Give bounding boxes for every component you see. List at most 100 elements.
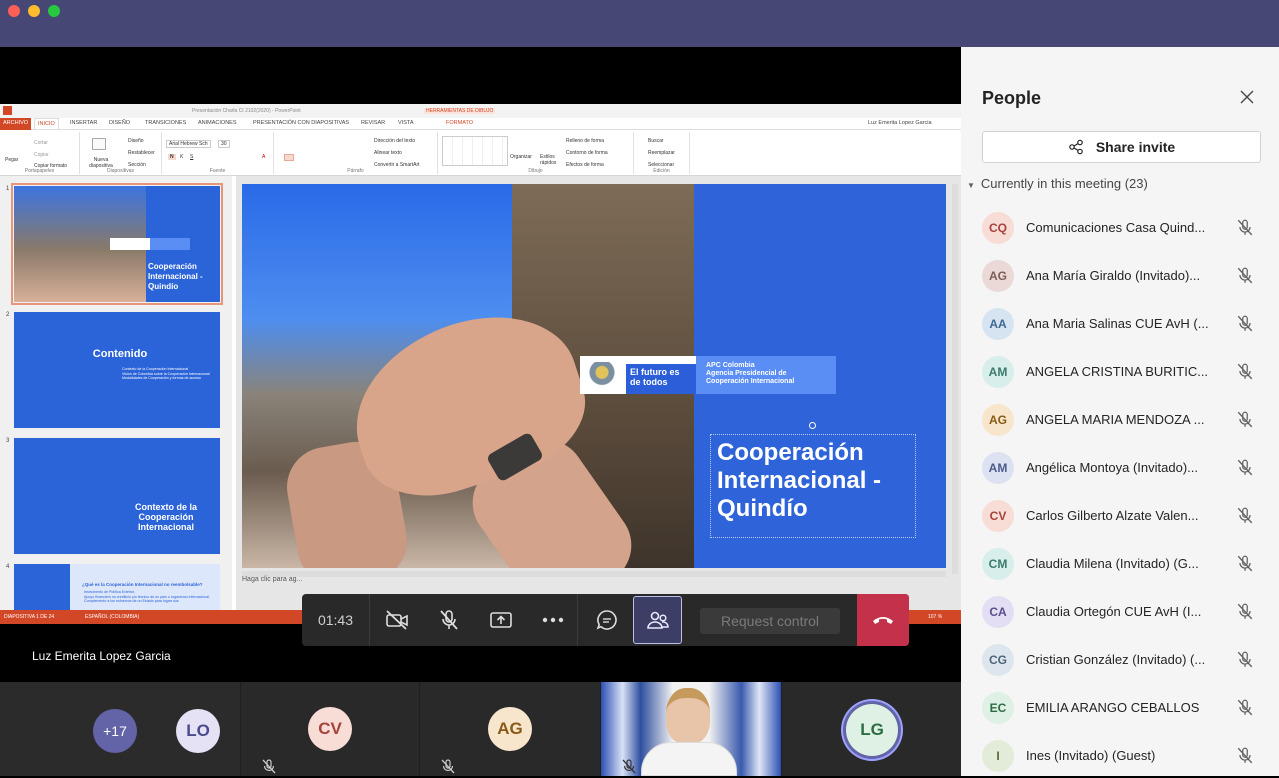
italic-button[interactable]: K <box>180 154 183 160</box>
tab-transiciones[interactable]: TRANSICIONES <box>145 120 186 126</box>
vertical-scrollbar[interactable] <box>952 184 958 574</box>
participant-row[interactable]: AA Ana Maria Salinas CUE AvH (... <box>961 298 1279 346</box>
ppt-tools-label: HERRAMIENTAS DE DIBUJO <box>424 108 496 114</box>
participant-row[interactable]: EC EMILIA ARANGO CEBALLOS <box>961 682 1279 730</box>
quick-styles-button[interactable]: Estilos rápidos <box>540 154 562 166</box>
arrange-button[interactable]: Organizar <box>510 154 532 160</box>
participant-name: Ines (Invitado) (Guest) <box>1026 748 1156 763</box>
participant-tile[interactable]: CV <box>241 682 419 776</box>
bold-button[interactable]: N <box>168 154 176 160</box>
share-invite-button[interactable]: Share invite <box>982 131 1261 163</box>
participant-row[interactable]: AM ANGELA CRISTINA BURITIC... <box>961 346 1279 394</box>
apc-box: APC Colombia Agencia Presidencial de Coo… <box>696 356 836 394</box>
slide-title-textbox[interactable]: Cooperación Internacional - Quindío <box>710 434 916 538</box>
close-panel-icon[interactable] <box>1239 89 1255 105</box>
participant-row[interactable]: AM Angélica Montoya (Invitado)... <box>961 442 1279 490</box>
people-panel: People Share invite ▼ Currently in this m… <box>961 47 1279 776</box>
call-timer-text: 01:43 <box>317 612 354 628</box>
slide-thumbnail-4[interactable]: ¿Qué es la Cooperación Internacional no … <box>14 564 220 610</box>
copy-button[interactable]: Copiar <box>34 152 49 158</box>
rotate-handle[interactable] <box>809 422 816 429</box>
font-color-button[interactable]: A <box>262 154 265 160</box>
current-slide[interactable]: El futuro es de todos APC Colombia Agenc… <box>242 184 946 568</box>
horizontal-scrollbar[interactable] <box>242 571 946 577</box>
mic-off-icon <box>1237 651 1253 668</box>
participant-row[interactable]: AG ANGELA MARIA MENDOZA ... <box>961 394 1279 442</box>
more-actions-button[interactable] <box>528 594 578 646</box>
participant-row[interactable]: CQ Comunicaciones Casa Quind... <box>961 202 1279 250</box>
participant-name: Angélica Montoya (Invitado)... <box>1026 460 1198 475</box>
shape-outline-button[interactable]: Contorno de forma <box>566 150 608 156</box>
tab-archivo[interactable]: ARCHIVO <box>0 118 32 130</box>
zoom-window-button[interactable] <box>48 5 60 17</box>
tab-inicio[interactable]: INICIO <box>34 118 59 129</box>
minimize-window-button[interactable] <box>28 5 40 17</box>
mic-off-icon <box>1237 411 1253 428</box>
align-left-icon[interactable] <box>284 154 294 161</box>
avatar: CG <box>982 644 1014 676</box>
replace-button[interactable]: Reemplazar <box>648 150 675 156</box>
font-name-select[interactable]: Arial Hebrew Sch <box>166 140 211 148</box>
mic-off-icon <box>1237 555 1253 572</box>
underline-button[interactable]: S <box>190 154 193 160</box>
close-window-button[interactable] <box>8 5 20 17</box>
participant-row[interactable]: CG Cristian González (Invitado) (... <box>961 634 1279 682</box>
participant-video-tile[interactable] <box>601 682 781 776</box>
self-avatar: LG <box>846 704 898 756</box>
cut-button[interactable]: Cortar <box>34 140 48 146</box>
ppt-ribbon-tabs: ARCHIVO INICIO INSERTAR DISEÑO TRANSICIO… <box>0 118 961 130</box>
participants-button[interactable] <box>633 596 682 644</box>
participant-row[interactable]: CV Carlos Gilberto Alzate Valen... <box>961 490 1279 538</box>
slide-thumbnail-3[interactable]: Contexto de la Cooperación Internacional <box>14 438 220 554</box>
font-size-select[interactable]: 30 <box>218 140 230 148</box>
shapes-gallery[interactable] <box>442 136 508 166</box>
slides-label: Diapositivas <box>107 168 134 174</box>
notes-placeholder[interactable]: Haga clic para ag... <box>242 576 302 583</box>
thumb-heading: Contenido <box>92 348 148 360</box>
ppt-ribbon: Pegar Cortar Copiar Copiar formato Porta… <box>0 130 961 176</box>
self-tile[interactable]: LG <box>782 682 961 776</box>
avatar: CM <box>982 548 1014 580</box>
participant-row[interactable]: I Ines (Invitado) (Guest) <box>961 730 1279 778</box>
tab-formato[interactable]: FORMATO <box>446 120 473 126</box>
clipboard-label: Portapapeles <box>24 168 55 174</box>
participant-row[interactable]: CM Claudia Milena (Invitado) (G... <box>961 538 1279 586</box>
paste-button[interactable]: Pegar <box>5 157 18 163</box>
layout-button[interactable]: Diseño <box>128 138 144 144</box>
slide-thumbnail-1[interactable]: Cooperación Internacional - Quindío <box>11 183 223 305</box>
participant-tile[interactable]: +17 LO <box>0 682 240 776</box>
meeting-section-header[interactable]: ▼ Currently in this meeting (23) <box>967 176 1148 191</box>
avatar: AA <box>982 308 1014 340</box>
tab-animaciones[interactable]: ANIMACIONES <box>198 120 237 126</box>
tab-vista[interactable]: VISTA <box>398 120 414 126</box>
tab-revisar[interactable]: REVISAR <box>361 120 385 126</box>
tab-diseno[interactable]: DISEÑO <box>109 120 130 126</box>
reset-button[interactable]: Restablecer <box>128 150 155 156</box>
share-screen-button[interactable] <box>476 594 526 646</box>
participant-row[interactable]: AG Ana María Giraldo (Invitado)... <box>961 250 1279 298</box>
chat-button[interactable] <box>582 594 632 646</box>
call-timer: 01:43 <box>302 594 370 646</box>
request-control-button[interactable]: Request control <box>700 608 840 634</box>
people-icon <box>646 611 669 629</box>
tab-presentacion[interactable]: PRESENTACIÓN CON DIAPOSITIVAS <box>253 120 349 126</box>
shape-fill-button[interactable]: Relleno de forma <box>566 138 604 144</box>
find-button[interactable]: Buscar <box>648 138 664 144</box>
text-direction-button[interactable]: Dirección del texto <box>374 138 415 144</box>
participant-name: Carlos Gilberto Alzate Valen... <box>1026 508 1199 523</box>
participant-name: EMILIA ARANGO CEBALLOS <box>1026 700 1200 715</box>
tab-insertar[interactable]: INSERTAR <box>70 120 97 126</box>
align-text-button[interactable]: Alinear texto <box>374 150 402 156</box>
camera-off-button[interactable] <box>372 594 422 646</box>
thumb-heading: ¿Qué es la Cooperación Internacional no … <box>82 582 203 587</box>
participant-row[interactable]: CA Claudia Ortegón CUE AvH (I... <box>961 586 1279 634</box>
participant-name: Claudia Ortegón CUE AvH (I... <box>1026 604 1202 619</box>
slide-thumbnail-2[interactable]: Contenido Contexto de la Cooperación Int… <box>14 312 220 428</box>
hang-up-button[interactable] <box>857 594 909 646</box>
thumb-number: 2 <box>6 312 10 318</box>
overflow-count-avatar[interactable]: +17 <box>93 709 137 753</box>
slide-thumbnail-pane[interactable]: 1 Cooperación Internacional - Quindío 2 … <box>0 176 232 610</box>
mute-button[interactable] <box>424 594 474 646</box>
participant-tile[interactable]: AG <box>420 682 600 776</box>
thumb-list: Instrumento de Política Exterior. Apoyo … <box>84 590 218 604</box>
